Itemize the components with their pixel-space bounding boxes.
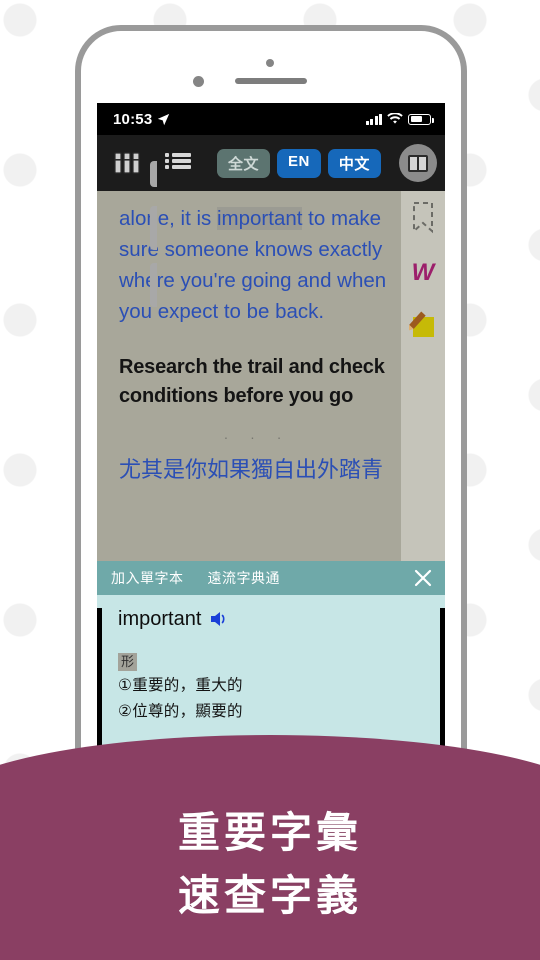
dictionary-popup: 加入單字本 遠流字典通 important 形 ①重要的，重大的 ②位尊的，顯要… [97, 560, 445, 757]
two-column-layout-button[interactable] [399, 144, 437, 182]
speaker-icon[interactable] [210, 611, 227, 627]
phone-screen: 10:53 全文 EN 中文 alone, it is important to… [97, 103, 445, 757]
dictionary-word-row: important [118, 608, 430, 631]
word-lookup-icon[interactable]: W [412, 261, 435, 285]
paragraph-text-before: alone, it is [119, 207, 217, 230]
volume-up-button[interactable] [150, 206, 157, 250]
status-time: 10:53 [113, 110, 153, 128]
two-column-layout-icon [408, 154, 428, 172]
proximity-sensor-icon [266, 59, 274, 67]
section-separator: · · · [223, 429, 291, 445]
phone-mockup: 10:53 全文 EN 中文 alone, it is important to… [75, 25, 467, 815]
earpiece-speaker [235, 78, 307, 84]
status-bar: 10:53 [97, 103, 445, 135]
battery-icon [408, 113, 434, 125]
dictionary-name-label: 遠流字典通 [207, 569, 280, 586]
volume-down-button[interactable] [150, 263, 157, 307]
segment-full-text[interactable]: 全文 [217, 148, 271, 178]
language-segment-group: 全文 EN 中文 [217, 148, 381, 178]
bookmark-outline-icon[interactable] [411, 201, 435, 235]
dictionary-word: important [118, 607, 202, 630]
status-bar-left: 10:53 [113, 111, 170, 128]
promo-line-1: 重要字彙 [177, 809, 362, 856]
location-arrow-icon [158, 113, 170, 125]
front-camera-icon [193, 76, 204, 87]
definition-2: ②位尊的，顯要的 [118, 703, 243, 720]
silent-switch[interactable] [150, 161, 157, 187]
definition-1: ①重要的，重大的 [118, 677, 243, 694]
paragraph-english: alone, it is important to make sure some… [119, 203, 395, 327]
section-heading: Research the trail and check conditions … [119, 356, 385, 407]
sticky-note-pencil-icon[interactable] [408, 311, 437, 339]
bookshelf-icon[interactable] [113, 150, 141, 176]
segment-english[interactable]: EN [277, 148, 321, 178]
add-to-wordbook-button[interactable]: 加入單字本 [111, 568, 184, 588]
wifi-icon [387, 113, 403, 124]
phone-top-bezel [81, 31, 461, 103]
promo-banner-text: 重要字彙 速查字義 [0, 735, 540, 960]
paragraph-chinese: 尤其是你如果獨自出外踏青 [119, 457, 384, 482]
dictionary-popup-header: 加入單字本 遠流字典通 [97, 560, 445, 595]
segment-chinese[interactable]: 中文 [327, 148, 381, 178]
promo-banner: 重要字彙 速查字義 [0, 735, 540, 960]
highlighted-word[interactable]: important [217, 207, 303, 230]
part-of-speech-badge: 形 [118, 652, 138, 671]
status-bar-right [365, 113, 434, 125]
cellular-signal-icon [365, 113, 382, 125]
close-icon[interactable] [413, 568, 433, 588]
dictionary-popup-body: important 形 ①重要的，重大的 ②位尊的，顯要的 [97, 595, 445, 757]
table-of-contents-icon[interactable] [165, 152, 191, 174]
promo-line-2: 速查字義 [177, 871, 362, 919]
